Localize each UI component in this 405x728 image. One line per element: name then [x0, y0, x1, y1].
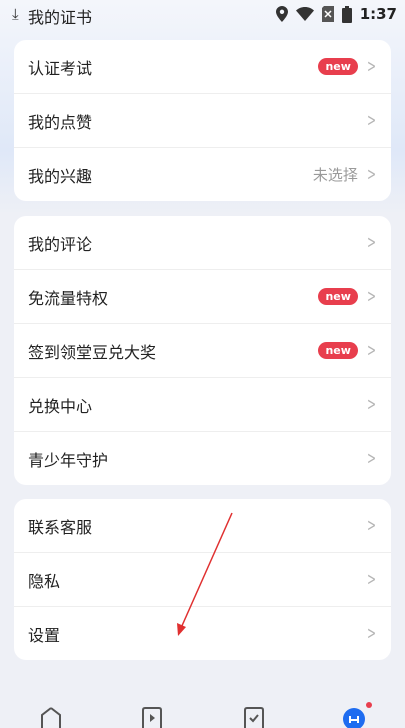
chevron-right-icon: > — [366, 622, 376, 644]
settings-group-1: 认证考试 new > 我的点赞 > 我的兴趣 未选择 > — [14, 40, 391, 201]
menu-item-label: 联系客服 — [28, 517, 93, 537]
sim-icon — [321, 6, 334, 22]
chevron-right-icon: > — [366, 163, 376, 185]
location-icon — [275, 6, 288, 22]
chevron-right-icon: > — [366, 109, 376, 131]
profile-tab-icon[interactable] — [343, 706, 365, 728]
menu-item-label: 免流量特权 — [28, 288, 109, 308]
battery-icon — [341, 5, 352, 23]
chevron-right-icon: > — [366, 393, 376, 415]
chevron-right-icon: > — [366, 55, 376, 77]
play-tab-icon[interactable] — [141, 706, 163, 728]
menu-item-exam[interactable]: 认证考试 new > — [14, 40, 391, 94]
status-bar: ⤓ 我的证书 1:37 — [0, 0, 405, 30]
menu-item-likes[interactable]: 我的点赞 > — [14, 94, 391, 148]
menu-item-label: 设置 — [28, 625, 61, 645]
menu-item-label: 我的评论 — [28, 234, 93, 254]
chevron-right-icon: > — [366, 231, 376, 253]
wifi-icon — [295, 7, 314, 21]
menu-item-interests[interactable]: 我的兴趣 未选择 > — [14, 148, 391, 201]
menu-item-free-data[interactable]: 免流量特权 new > — [14, 270, 391, 324]
notification-dot — [366, 702, 372, 708]
new-badge: new — [318, 58, 358, 75]
chevron-right-icon: > — [366, 514, 376, 536]
menu-item-label: 兑换中心 — [28, 396, 93, 416]
menu-item-label: 签到领堂豆兑大奖 — [28, 342, 157, 362]
new-badge: new — [318, 288, 358, 305]
check-tab-icon[interactable] — [243, 706, 265, 728]
menu-item-exchange[interactable]: 兑换中心 > — [14, 378, 391, 432]
download-icon: ⤓ — [12, 5, 19, 23]
menu-item-label: 我的兴趣 — [28, 166, 93, 186]
chevron-right-icon: > — [366, 285, 376, 307]
settings-group-3: 联系客服 > 隐私 > 设置 > — [14, 499, 391, 660]
menu-item-youth-guard[interactable]: 青少年守护 > — [14, 432, 391, 485]
page-title: 我的证书 — [28, 8, 93, 27]
menu-item-settings[interactable]: 设置 > — [14, 607, 391, 660]
chevron-right-icon: > — [366, 447, 376, 469]
interests-value: 未选择 — [312, 166, 358, 184]
bottom-tab-bar — [0, 696, 405, 728]
menu-item-comments[interactable]: 我的评论 > — [14, 216, 391, 270]
menu-item-label: 认证考试 — [28, 58, 93, 78]
menu-item-label: 我的点赞 — [28, 112, 93, 132]
chevron-right-icon: > — [366, 339, 376, 361]
menu-item-checkin[interactable]: 签到领堂豆兑大奖 new > — [14, 324, 391, 378]
new-badge: new — [318, 342, 358, 359]
menu-item-privacy[interactable]: 隐私 > — [14, 553, 391, 607]
chevron-right-icon: > — [366, 568, 376, 590]
menu-item-support[interactable]: 联系客服 > — [14, 499, 391, 553]
clock-time: 1:37 — [359, 5, 397, 23]
home-tab-icon[interactable] — [40, 706, 62, 728]
settings-group-2: 我的评论 > 免流量特权 new > 签到领堂豆兑大奖 new > 兑换中心 >… — [14, 216, 391, 485]
menu-item-label: 隐私 — [28, 571, 61, 591]
menu-item-label: 青少年守护 — [28, 450, 109, 470]
